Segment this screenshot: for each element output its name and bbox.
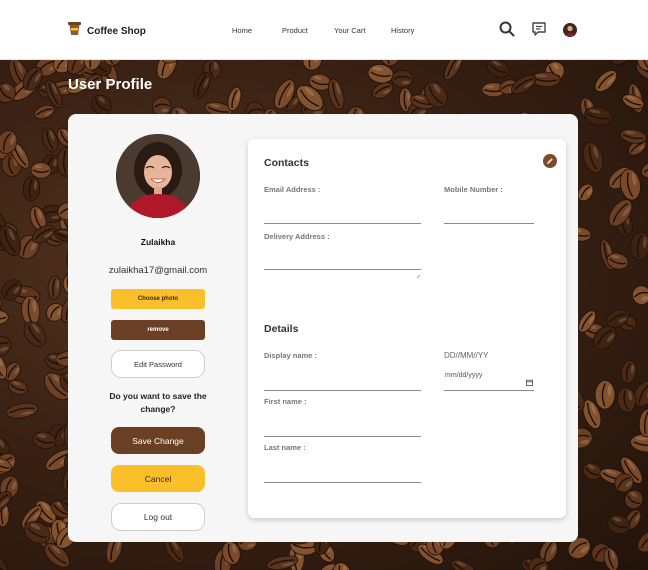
- remove-photo-button[interactable]: remove: [111, 320, 205, 340]
- coffee-cup-icon: [68, 21, 81, 41]
- dob-field-line: [444, 390, 534, 391]
- profile-name: Zulaikha: [140, 237, 176, 247]
- logout-button[interactable]: Log out: [111, 503, 205, 531]
- mobile-label: Mobile Number :: [444, 185, 503, 194]
- search-icon[interactable]: [499, 21, 515, 42]
- choose-photo-button[interactable]: Choose photo: [111, 289, 205, 309]
- nav-link-product[interactable]: Product: [282, 26, 308, 35]
- save-question: Do you want to save the change?: [109, 391, 207, 414]
- last-name-field[interactable]: [264, 482, 421, 483]
- last-name-label: Last name :: [264, 443, 306, 452]
- calendar-icon[interactable]: [526, 373, 533, 391]
- page-title: User Profile: [68, 76, 153, 93]
- display-name-field[interactable]: [264, 390, 421, 391]
- display-name-label: Display name :: [264, 351, 317, 360]
- resize-handle-icon[interactable]: [416, 266, 421, 284]
- save-change-button[interactable]: Save Change: [111, 427, 205, 454]
- address-label: Delivery Address :: [264, 232, 330, 241]
- nav-link-cart[interactable]: Your Cart: [334, 26, 365, 35]
- first-name-field[interactable]: [264, 436, 421, 437]
- avatar[interactable]: [563, 23, 577, 42]
- navbar: Coffee Shop Home Product Your Cart Histo…: [0, 0, 648, 60]
- brand[interactable]: Coffee Shop: [68, 21, 146, 41]
- cancel-button[interactable]: Cancel: [111, 465, 205, 492]
- edit-password-button[interactable]: Edit Password: [111, 350, 205, 378]
- first-name-label: First name :: [264, 397, 307, 406]
- contacts-heading: Contacts: [264, 157, 309, 169]
- profile-email: zulaikha17@gmail.com: [108, 265, 208, 276]
- pencil-icon[interactable]: [543, 154, 557, 168]
- profile-avatar: [116, 134, 200, 218]
- brand-name: Coffee Shop: [87, 25, 146, 37]
- dob-label: DD//MM//YY: [444, 351, 489, 360]
- mobile-field[interactable]: [444, 223, 534, 224]
- address-field[interactable]: [264, 269, 421, 270]
- chat-icon[interactable]: [531, 21, 547, 42]
- nav-link-history[interactable]: History: [391, 26, 414, 35]
- details-heading: Details: [264, 323, 299, 335]
- email-label: Email Address :: [264, 185, 321, 194]
- nav-link-home[interactable]: Home: [232, 26, 252, 35]
- dob-input[interactable]: mm/dd/yyyy: [445, 372, 482, 379]
- email-field[interactable]: [264, 223, 421, 224]
